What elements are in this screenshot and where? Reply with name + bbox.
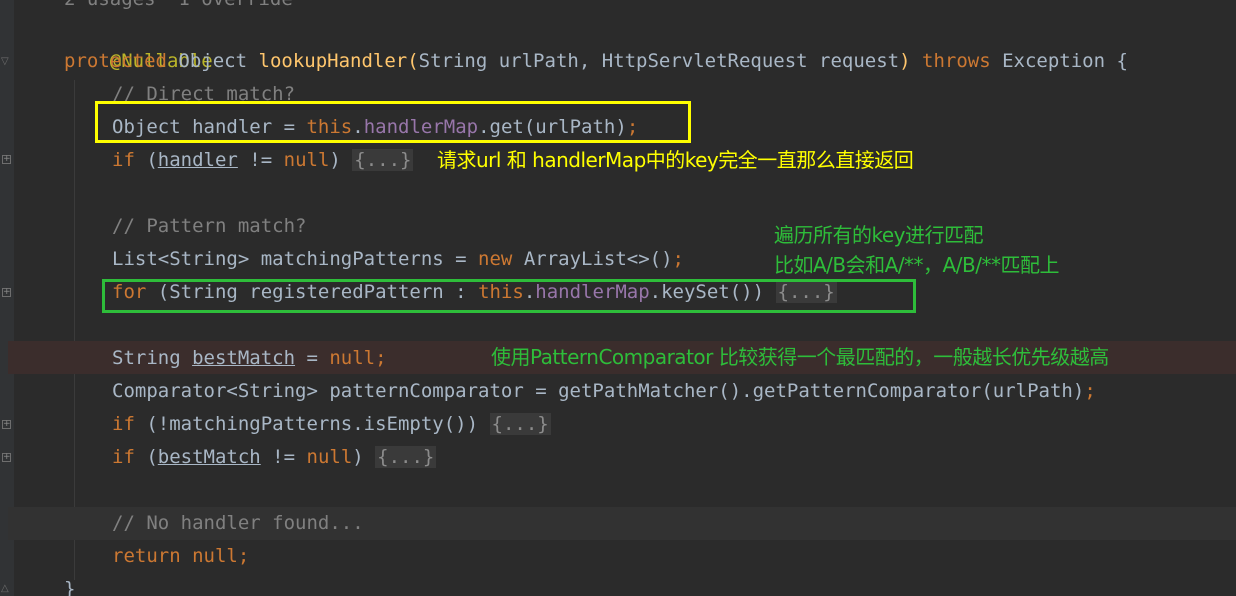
type-token: Object bbox=[178, 50, 248, 72]
code-token: ; bbox=[1084, 380, 1096, 402]
keyword-token: if bbox=[112, 446, 135, 468]
code-line-signature[interactable]: protected Object lookupHandler(String ur… bbox=[64, 45, 1128, 78]
keyword-token: if bbox=[112, 149, 135, 171]
code-line-close-brace[interactable]: } bbox=[64, 573, 75, 596]
exception-token: Exception { bbox=[1002, 50, 1128, 72]
code-line-best-match[interactable]: String bestMatch = null; bbox=[112, 342, 387, 375]
code-line-if-matching[interactable]: if (!matchingPatterns.isEmpty()) {...} bbox=[112, 408, 551, 441]
expand-fold-icon[interactable]: + bbox=[2, 420, 11, 429]
code-token: ( bbox=[134, 149, 158, 171]
keyword-token: null bbox=[192, 545, 238, 567]
code-token: ; bbox=[375, 347, 387, 369]
expand-fold-icon[interactable]: + bbox=[2, 453, 11, 462]
folded-block[interactable]: {...} bbox=[375, 446, 437, 468]
indent-guide bbox=[74, 80, 75, 580]
code-token: Comparator<String> patternComparator = g… bbox=[112, 380, 1085, 402]
method-name-token: lookupHandler bbox=[258, 50, 408, 72]
code-token: ArrayList<>() bbox=[512, 248, 673, 270]
code-token: ; bbox=[237, 545, 250, 567]
code-token: != bbox=[260, 446, 307, 468]
code-line-list-decl[interactable]: List<String> matchingPatterns = new Arra… bbox=[112, 243, 684, 276]
variable-token: bestMatch bbox=[192, 347, 296, 369]
code-token: != bbox=[237, 149, 284, 171]
keyword-token: if bbox=[112, 413, 135, 435]
yellow-annotation-text: 请求url 和 handlerMap中的key完全一直那么直接返回 bbox=[437, 148, 914, 172]
variable-token: bestMatch bbox=[157, 446, 261, 468]
code-line-if-handler[interactable]: if (handler != null) {...} bbox=[112, 144, 414, 177]
code-token: ( bbox=[134, 446, 158, 468]
code-line-if-bestmatch[interactable]: if (bestMatch != null) {...} bbox=[112, 441, 437, 474]
folded-block[interactable]: {...} bbox=[489, 413, 551, 435]
code-line-return[interactable]: return null; bbox=[112, 540, 249, 573]
paren-token: ) bbox=[899, 50, 911, 72]
variable-token: handler bbox=[157, 149, 238, 171]
code-token: ) bbox=[329, 149, 353, 171]
green-annotation-text: 比如A/B会和A/**，A/B/**匹配上 bbox=[774, 253, 1059, 277]
paren-token: ( bbox=[407, 50, 419, 72]
green-highlight-box bbox=[102, 279, 916, 313]
code-line-comparator[interactable]: Comparator<String> patternComparator = g… bbox=[112, 375, 1096, 408]
yellow-highlight-box bbox=[95, 101, 691, 143]
code-token: List<String> matchingPatterns = bbox=[112, 248, 479, 270]
params-token: String urlPath, HttpServletRequest reque… bbox=[418, 50, 900, 72]
code-editor[interactable]: ▽ + + + + △ 2 usages 1 override @Nullabl… bbox=[0, 0, 1236, 596]
code-line-annotation[interactable]: @Nullable bbox=[64, 12, 213, 72]
keyword-token: protected bbox=[64, 50, 167, 72]
green-annotation-text: 遍历所有的key进行匹配 bbox=[774, 223, 984, 247]
code-token: = bbox=[295, 347, 330, 369]
code-token: String bbox=[112, 347, 193, 369]
keyword-token: new bbox=[478, 248, 513, 270]
code-comment[interactable]: // No handler found... bbox=[112, 507, 364, 540]
folded-block[interactable]: {...} bbox=[352, 149, 414, 171]
fold-end-icon[interactable]: △ bbox=[1, 584, 13, 594]
expand-fold-icon[interactable]: + bbox=[2, 155, 11, 164]
keyword-token: null bbox=[306, 446, 353, 468]
keyword-token: null bbox=[329, 347, 376, 369]
fold-arrow-icon[interactable]: ▽ bbox=[1, 57, 13, 67]
keyword-token: throws bbox=[922, 50, 991, 72]
code-token: ) bbox=[352, 446, 376, 468]
code-comment[interactable]: // Pattern match? bbox=[112, 210, 306, 243]
expand-fold-icon[interactable]: + bbox=[2, 288, 11, 297]
keyword-token: return bbox=[112, 545, 181, 567]
green-annotation-text: 使用PatternComparator 比较获得一个最匹配的，一般越长优先级越高 bbox=[491, 345, 1109, 369]
code-token: ; bbox=[672, 248, 684, 270]
code-token: (!matchingPatterns.isEmpty()) bbox=[134, 413, 490, 435]
keyword-token: null bbox=[283, 149, 330, 171]
code-token: } bbox=[64, 578, 76, 596]
